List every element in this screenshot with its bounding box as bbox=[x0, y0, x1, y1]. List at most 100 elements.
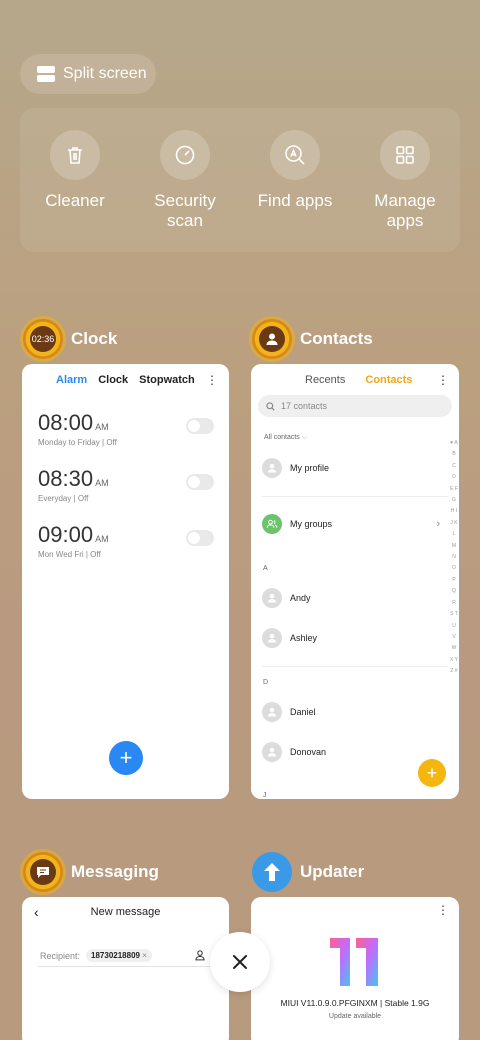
clock-tabs: Alarm Clock Stopwatch bbox=[56, 374, 195, 386]
recipient-chip[interactable]: 18730218809 × bbox=[86, 949, 152, 962]
contact-name: Donovan bbox=[290, 747, 327, 757]
divider bbox=[262, 666, 448, 667]
chip-close-icon[interactable]: × bbox=[142, 951, 147, 960]
split-screen-icon bbox=[37, 66, 55, 82]
updater-app-header[interactable]: Updater bbox=[252, 852, 364, 892]
contact-row[interactable]: Andy bbox=[262, 588, 311, 608]
tab-clock[interactable]: Clock bbox=[98, 374, 128, 386]
updater-app-title: Updater bbox=[300, 862, 365, 881]
alarm-time: 09:00 bbox=[38, 522, 94, 547]
find-apps-icon bbox=[270, 130, 320, 180]
split-screen-label: Split screen bbox=[63, 65, 147, 82]
contact-my-profile[interactable]: My profile bbox=[262, 458, 329, 478]
clock-app-header[interactable]: 02:36 Clock bbox=[23, 319, 117, 359]
search-icon bbox=[266, 401, 275, 411]
alphabet-index[interactable]: ♥ A B C D E F G H I J K L M N O P Q R S … bbox=[450, 438, 458, 678]
avatar bbox=[262, 702, 282, 722]
contacts-app-icon bbox=[252, 319, 292, 359]
alarm-time: 08:00 bbox=[38, 410, 94, 435]
contact-name: My groups bbox=[290, 519, 333, 529]
back-arrow-icon[interactable]: ‹ bbox=[34, 904, 39, 920]
contact-name: Daniel bbox=[290, 707, 316, 717]
recipient-underline bbox=[38, 966, 210, 967]
security-scan-button[interactable]: Security scan bbox=[130, 130, 240, 231]
updater-app-card[interactable]: ⋮ MIUI V11.0.9.0.PFGINXM | Stable 1.9G U… bbox=[251, 897, 459, 1040]
quick-tools-panel: Cleaner Security scan Find apps Manage a… bbox=[20, 108, 460, 252]
alarm-toggle[interactable] bbox=[186, 474, 214, 490]
contacts-app-card[interactable]: Recents Contacts ⋮ 17 contacts All conta… bbox=[251, 364, 459, 799]
messaging-app-card[interactable]: ‹ New message Recipient: 18730218809 × bbox=[22, 897, 229, 1040]
miui-version: MIUI V11.0.9.0.PFGINXM | Stable 1.9G bbox=[280, 998, 430, 1008]
tab-stopwatch[interactable]: Stopwatch bbox=[139, 374, 195, 386]
recipient-field[interactable]: Recipient: 18730218809 × bbox=[40, 949, 152, 962]
contacts-app-header[interactable]: Contacts bbox=[252, 319, 373, 359]
contacts-app-title: Contacts bbox=[300, 329, 373, 348]
avatar bbox=[262, 458, 282, 478]
more-options-icon[interactable]: ⋮ bbox=[206, 373, 218, 387]
split-screen-button[interactable]: Split screen bbox=[20, 54, 156, 94]
close-icon bbox=[233, 955, 247, 969]
recipient-number: 18730218809 bbox=[91, 951, 140, 960]
divider bbox=[262, 496, 448, 497]
alarm-time: 08:30 bbox=[38, 466, 94, 491]
find-apps-button[interactable]: Find apps bbox=[240, 130, 350, 211]
clock-app-icon: 02:36 bbox=[23, 319, 63, 359]
alarm-toggle[interactable] bbox=[186, 530, 214, 546]
groups-avatar bbox=[262, 514, 282, 534]
more-options-icon[interactable]: ⋮ bbox=[437, 373, 449, 387]
contact-row[interactable]: Donovan bbox=[262, 742, 326, 762]
person-icon bbox=[259, 326, 285, 352]
cleaner-label: Cleaner bbox=[45, 191, 105, 210]
miui-11-logo bbox=[328, 936, 380, 988]
security-scan-icon bbox=[160, 130, 210, 180]
section-letter: D bbox=[263, 679, 269, 686]
manage-apps-button[interactable]: Manage apps bbox=[350, 130, 460, 231]
tab-contacts[interactable]: Contacts bbox=[365, 374, 412, 386]
alarm-ampm: AM bbox=[95, 534, 109, 544]
contacts-tabs: Recents Contacts bbox=[305, 374, 412, 386]
clear-all-button[interactable] bbox=[210, 932, 270, 992]
avatar bbox=[262, 628, 282, 648]
messaging-header: ‹ New message bbox=[22, 904, 229, 920]
tab-alarm[interactable]: Alarm bbox=[56, 374, 87, 386]
chevron-down-icon: ⌵ bbox=[301, 434, 308, 441]
manage-apps-icon bbox=[380, 130, 430, 180]
contact-row[interactable]: Daniel bbox=[262, 702, 316, 722]
section-letter: A bbox=[263, 565, 268, 572]
alarm-item[interactable]: 09:00 AM Mon Wed Fri | Off bbox=[38, 522, 214, 559]
arrow-up-icon bbox=[264, 863, 280, 881]
security-scan-label: Security scan bbox=[154, 191, 216, 230]
alarm-repeat: Mon Wed Fri | Off bbox=[38, 550, 101, 559]
contact-name: Andy bbox=[290, 593, 311, 603]
avatar bbox=[262, 588, 282, 608]
messaging-app-header[interactable]: Messaging bbox=[23, 852, 159, 892]
contacts-filter-dropdown[interactable]: All contacts ⌵ bbox=[264, 434, 307, 442]
contact-row[interactable]: Ashley bbox=[262, 628, 317, 648]
messaging-header-title: New message bbox=[90, 906, 161, 918]
messaging-app-icon bbox=[23, 852, 63, 892]
clock-app-title: Clock bbox=[71, 329, 118, 348]
alarm-toggle[interactable] bbox=[186, 418, 214, 434]
contacts-search-input[interactable]: 17 contacts bbox=[258, 395, 452, 417]
recipient-label: Recipient: bbox=[40, 950, 81, 961]
contact-my-groups[interactable]: My groups › bbox=[262, 514, 448, 534]
tab-recents[interactable]: Recents bbox=[305, 374, 345, 386]
add-contact-icon[interactable] bbox=[194, 948, 206, 966]
find-apps-label: Find apps bbox=[257, 191, 333, 210]
alarm-item[interactable]: 08:00 AM Monday to Friday | Off bbox=[38, 410, 214, 447]
section-letter: J bbox=[263, 792, 267, 799]
trash-icon bbox=[50, 130, 100, 180]
add-contact-button[interactable]: + bbox=[418, 759, 446, 787]
alarm-item[interactable]: 08:30 AM Everyday | Off bbox=[38, 466, 214, 503]
chevron-right-icon: › bbox=[436, 518, 440, 530]
cleaner-button[interactable]: Cleaner bbox=[20, 130, 130, 211]
manage-apps-label: Manage apps bbox=[374, 191, 436, 230]
alarm-ampm: AM bbox=[95, 422, 109, 432]
alarm-ampm: AM bbox=[95, 478, 109, 488]
avatar bbox=[262, 742, 282, 762]
contact-name: My profile bbox=[290, 463, 330, 473]
clock-app-card[interactable]: Alarm Clock Stopwatch ⋮ 08:00 AM Monday t… bbox=[22, 364, 229, 799]
add-alarm-button[interactable]: + bbox=[109, 741, 143, 775]
alarm-repeat: Monday to Friday | Off bbox=[38, 438, 117, 447]
more-options-icon[interactable]: ⋮ bbox=[437, 903, 449, 917]
